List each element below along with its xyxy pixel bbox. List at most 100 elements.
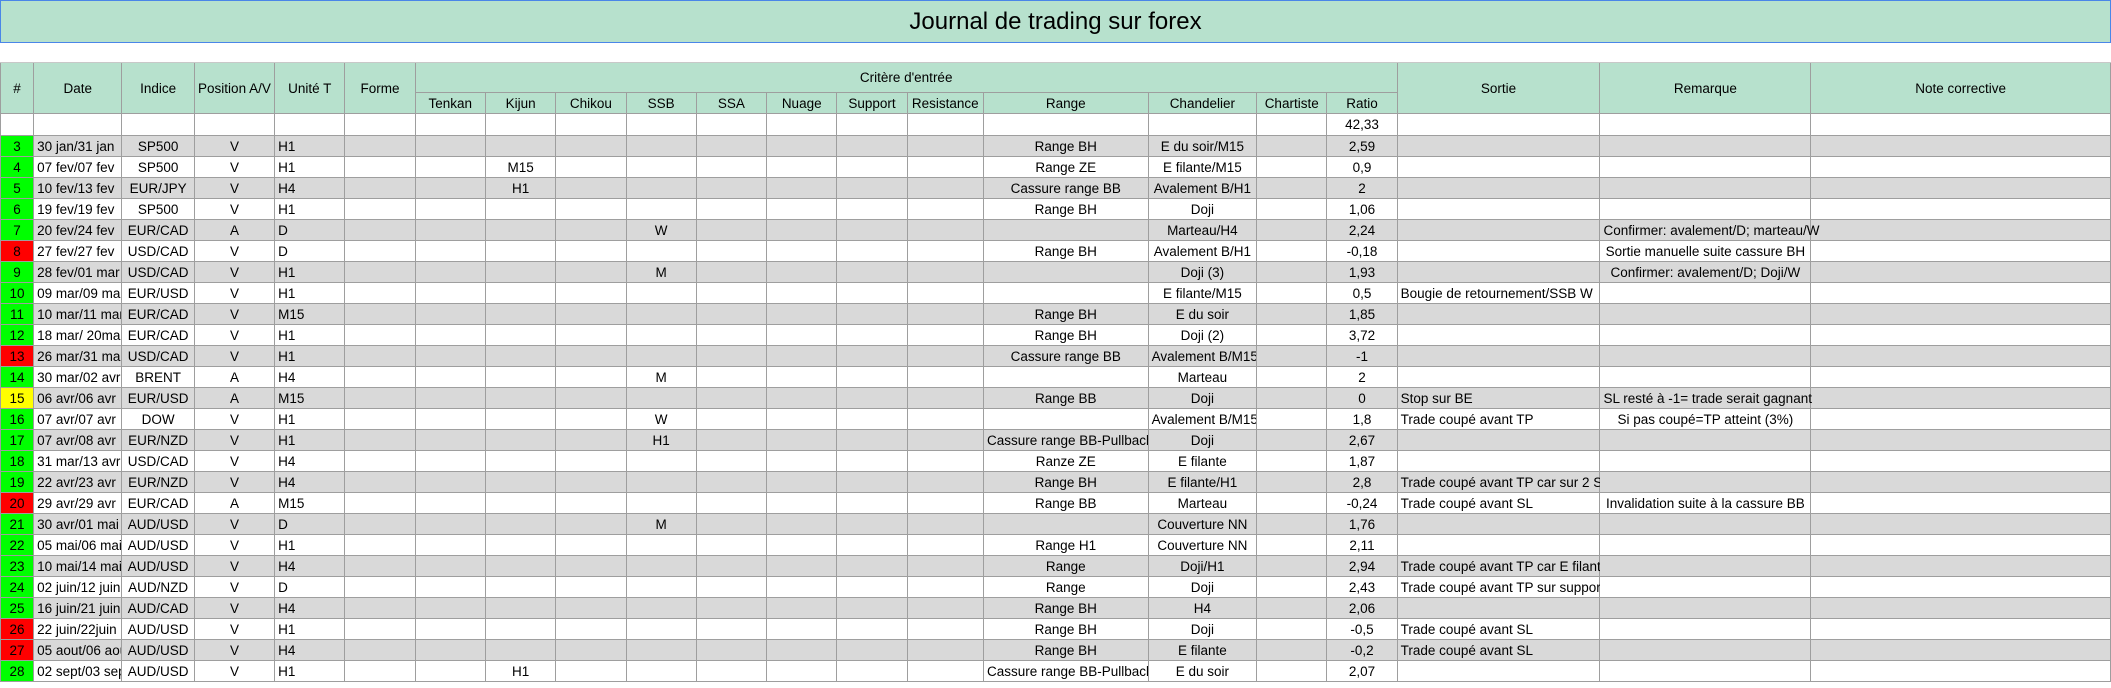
- cell-forme[interactable]: [344, 534, 416, 556]
- cell-indice[interactable]: AUD/USD: [121, 639, 195, 661]
- cell-tenkan[interactable]: [414, 597, 486, 619]
- cell-support[interactable]: [836, 366, 908, 388]
- cell-ratio[interactable]: 1,87: [1326, 450, 1398, 472]
- cell-sortie[interactable]: Trade coupé avant SL: [1396, 618, 1601, 640]
- cell-date[interactable]: 09 mar/09 mar: [33, 282, 123, 304]
- cell-ssb[interactable]: [625, 156, 697, 178]
- cell-nuage[interactable]: [766, 198, 838, 220]
- cell-range[interactable]: [982, 513, 1149, 535]
- cell-resistance[interactable]: [906, 618, 984, 640]
- cell-chartiste[interactable]: [1256, 639, 1328, 661]
- header-date[interactable]: Date: [33, 62, 123, 114]
- cell-tenkan[interactable]: [414, 450, 486, 472]
- subheader-ratio[interactable]: Ratio: [1326, 92, 1398, 114]
- cell-trade-number[interactable]: 6: [0, 198, 35, 220]
- cell-unite[interactable]: H1: [274, 324, 346, 346]
- cell-resistance[interactable]: [906, 303, 984, 325]
- cell-chartiste[interactable]: [1256, 366, 1328, 388]
- cell-kijun[interactable]: M15: [484, 156, 557, 178]
- cell-range[interactable]: Cassure range BB: [982, 177, 1149, 199]
- cell-trade-number[interactable]: 3: [0, 135, 35, 157]
- cell-indice[interactable]: EUR/JPY: [121, 177, 195, 199]
- cell-chikou[interactable]: [555, 282, 627, 304]
- header-critere-entree[interactable]: Critère d'entrée: [414, 62, 1398, 93]
- sheet-title[interactable]: Journal de trading sur forex: [0, 0, 2111, 43]
- cell-chandelier[interactable]: Couverture NN: [1147, 513, 1258, 535]
- cell-note-corrective[interactable]: [1810, 555, 2111, 577]
- cell-ssb[interactable]: [625, 135, 697, 157]
- cell-sortie[interactable]: Trade coupé avant TP sur support: [1396, 576, 1605, 598]
- cell-position[interactable]: V: [193, 198, 276, 220]
- cell-chandelier[interactable]: Doji: [1147, 387, 1258, 409]
- cell-forme[interactable]: [344, 282, 416, 304]
- cell-position[interactable]: V: [193, 177, 276, 199]
- cell-chandelier[interactable]: Marteau/H4: [1147, 219, 1258, 241]
- cell-unite[interactable]: H4: [274, 471, 346, 493]
- cell-tenkan[interactable]: [414, 345, 486, 367]
- cell-chandelier[interactable]: Avalement B/H1: [1147, 177, 1258, 199]
- subheader-chikou[interactable]: Chikou: [555, 92, 627, 114]
- cell-tenkan[interactable]: [414, 408, 486, 430]
- cell-nuage[interactable]: [766, 345, 838, 367]
- cell-chartiste[interactable]: [1256, 177, 1328, 199]
- cell-chandelier[interactable]: E filante/H1: [1147, 471, 1258, 493]
- cell-ssb[interactable]: [625, 240, 697, 262]
- cell-empty[interactable]: [193, 113, 276, 136]
- cell-chikou[interactable]: [555, 177, 627, 199]
- cell-ratio[interactable]: 1,8: [1326, 408, 1398, 430]
- cell-trade-number[interactable]: 9: [0, 261, 35, 283]
- cell-position[interactable]: V: [193, 408, 276, 430]
- cell-ratio[interactable]: 3,72: [1326, 324, 1398, 346]
- cell-ssa[interactable]: [695, 282, 768, 304]
- cell-support[interactable]: [836, 429, 908, 451]
- cell-nuage[interactable]: [766, 450, 838, 472]
- cell-unite[interactable]: H4: [274, 639, 346, 661]
- cell-ratio[interactable]: 2,06: [1326, 597, 1398, 619]
- cell-remarque[interactable]: [1599, 450, 1812, 472]
- cell-resistance[interactable]: [906, 324, 984, 346]
- cell-ratio[interactable]: 2: [1326, 177, 1398, 199]
- cell-ratio[interactable]: 2: [1326, 366, 1398, 388]
- cell-range[interactable]: Range: [982, 555, 1149, 577]
- cell-support[interactable]: [836, 387, 908, 409]
- cell-note-corrective[interactable]: [1810, 156, 2111, 178]
- cell-unite[interactable]: M15: [274, 303, 346, 325]
- cell-position[interactable]: A: [193, 366, 276, 388]
- cell-nuage[interactable]: [766, 282, 838, 304]
- cell-remarque[interactable]: Invalidation suite à la cassure BB: [1599, 492, 1812, 514]
- cell-ssa[interactable]: [695, 324, 768, 346]
- cell-date[interactable]: 31 mar/13 avr: [33, 450, 123, 472]
- cell-position[interactable]: V: [193, 639, 276, 661]
- cell-unite[interactable]: H4: [274, 597, 346, 619]
- cell-kijun[interactable]: [484, 618, 557, 640]
- cell-resistance[interactable]: [906, 597, 984, 619]
- cell-position[interactable]: V: [193, 513, 276, 535]
- cell-note-corrective[interactable]: [1810, 387, 2111, 409]
- cell-resistance[interactable]: [906, 429, 984, 451]
- cell-kijun[interactable]: [484, 240, 557, 262]
- cell-trade-number[interactable]: 24: [0, 576, 35, 598]
- cell-nuage[interactable]: [766, 555, 838, 577]
- cell-note-corrective[interactable]: [1810, 534, 2111, 556]
- cell-trade-number[interactable]: 26: [0, 618, 35, 640]
- cell-note-corrective[interactable]: [1810, 219, 2111, 241]
- cell-note-corrective[interactable]: [1810, 261, 2111, 283]
- cell-kijun[interactable]: [484, 513, 557, 535]
- cell-ssb[interactable]: [625, 177, 697, 199]
- cell-ratio[interactable]: -0,24: [1326, 492, 1398, 514]
- cell-resistance[interactable]: [906, 555, 984, 577]
- cell-remarque[interactable]: [1599, 639, 1812, 661]
- header-unite[interactable]: Unité T: [274, 62, 346, 114]
- cell-position[interactable]: V: [193, 597, 276, 619]
- cell-sortie[interactable]: Trade coupé avant TP car E filante sur F…: [1396, 555, 1722, 577]
- cell-range[interactable]: Range BH: [982, 324, 1149, 346]
- subheader-kijun[interactable]: Kijun: [484, 92, 557, 114]
- cell-indice[interactable]: EUR/NZD: [121, 429, 195, 451]
- cell-chartiste[interactable]: [1256, 597, 1328, 619]
- cell-nuage[interactable]: [766, 618, 838, 640]
- cell-trade-number[interactable]: 10: [0, 282, 35, 304]
- cell-forme[interactable]: [344, 324, 416, 346]
- cell-sortie[interactable]: [1396, 198, 1601, 220]
- cell-date[interactable]: 07 avr/07 avr: [33, 408, 123, 430]
- cell-remarque[interactable]: [1599, 198, 1812, 220]
